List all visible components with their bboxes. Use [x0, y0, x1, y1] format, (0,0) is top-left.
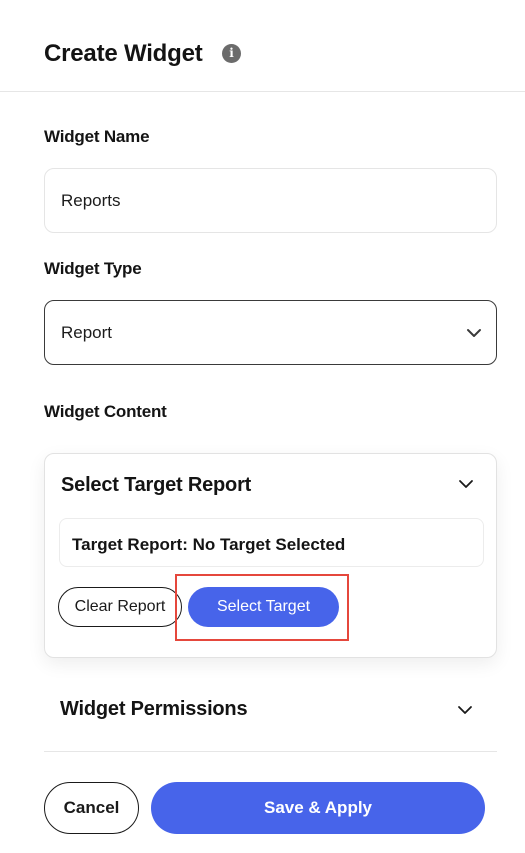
widget-type-value: Report — [61, 323, 113, 342]
widget-content-label: Widget Content — [44, 402, 167, 421]
dialog-header: Create Widget i — [0, 0, 525, 92]
save-apply-button[interactable]: Save & Apply — [151, 782, 485, 834]
widget-permissions-section[interactable]: Widget Permissions — [44, 680, 497, 752]
page-title: Create Widget — [44, 40, 203, 67]
select-target-report-title[interactable]: Select Target Report — [61, 474, 251, 497]
chevron-down-icon[interactable] — [457, 475, 475, 493]
widget-permissions-title: Widget Permissions — [60, 698, 248, 720]
cancel-button[interactable]: Cancel — [44, 782, 139, 834]
widget-type-select[interactable]: Report — [44, 300, 497, 365]
widget-name-label: Widget Name — [44, 127, 150, 146]
select-target-button[interactable]: Select Target — [188, 587, 339, 627]
info-icon[interactable]: i — [222, 44, 241, 63]
widget-type-label: Widget Type — [44, 259, 142, 278]
widget-name-input[interactable] — [44, 168, 497, 233]
chevron-down-icon — [467, 329, 481, 337]
clear-report-button[interactable]: Clear Report — [58, 587, 182, 627]
select-target-report-card: Select Target Report Target Report: No T… — [44, 453, 497, 658]
chevron-down-icon[interactable] — [456, 701, 474, 719]
target-report-text: Target Report: No Target Selected — [72, 535, 346, 554]
target-report-status: Target Report: No Target Selected — [59, 518, 484, 567]
